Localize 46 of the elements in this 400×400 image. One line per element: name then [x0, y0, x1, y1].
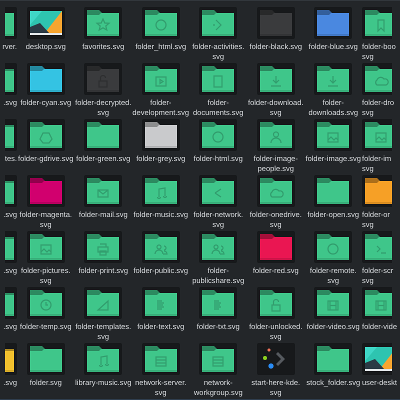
cloud-folder-icon[interactable] [256, 175, 295, 207]
dots-chevron-icon[interactable] [256, 343, 295, 375]
person-folder-icon[interactable] [256, 119, 295, 151]
cloud-folder-icon[interactable] [362, 63, 392, 95]
film-folder-icon[interactable] [314, 287, 352, 319]
folder-icon[interactable] [314, 175, 352, 207]
envelope-folder-icon[interactable] [84, 175, 122, 207]
document-folder-icon[interactable] [199, 63, 238, 95]
folder-icon[interactable] [26, 343, 65, 375]
ruler-folder-icon[interactable] [84, 287, 122, 319]
clock-folder-icon[interactable] [26, 287, 65, 319]
folder-icon[interactable] [314, 7, 352, 39]
globe-folder-icon[interactable] [199, 119, 238, 151]
terminal-folder-icon[interactable] [362, 231, 392, 263]
folder-icon[interactable] [142, 119, 180, 151]
music-note-folder-icon[interactable] [142, 175, 180, 207]
landscape-image-icon[interactable] [362, 343, 392, 375]
image-folder-icon[interactable] [314, 119, 352, 151]
text-folder-icon[interactable] [199, 287, 238, 319]
folder-icon[interactable] [5, 63, 17, 95]
bookmark-folder-icon[interactable] [362, 7, 392, 39]
image-folder-icon[interactable] [26, 231, 65, 263]
globe-folder-icon[interactable] [142, 7, 180, 39]
people-folder-icon[interactable] [199, 231, 238, 263]
landscape-image-icon[interactable] [26, 7, 65, 39]
printer-folder-icon[interactable] [84, 231, 122, 263]
folder-icon[interactable] [5, 231, 17, 263]
music-note-folder-icon[interactable] [84, 343, 122, 375]
film-folder-icon[interactable] [362, 287, 392, 319]
people-folder-icon[interactable] [142, 231, 180, 263]
globe-folder-icon[interactable] [314, 231, 352, 263]
folder-icon[interactable] [314, 343, 352, 375]
folder-icon[interactable] [5, 119, 17, 151]
text-folder-icon[interactable] [142, 287, 180, 319]
star-folder-icon[interactable] [84, 7, 122, 39]
download-folder-icon[interactable] [256, 63, 295, 95]
image-folder-icon[interactable] [362, 119, 392, 151]
folder-icon[interactable] [362, 175, 392, 207]
play-folder-icon[interactable] [142, 63, 180, 95]
folder-icon[interactable] [26, 63, 65, 95]
download-folder-icon[interactable] [314, 63, 352, 95]
folder-icon[interactable] [5, 343, 17, 375]
folder-icon[interactable] [84, 119, 122, 151]
folder-icon[interactable] [5, 175, 17, 207]
padlock-folder-icon[interactable] [256, 287, 295, 319]
folder-icon[interactable] [5, 287, 17, 319]
